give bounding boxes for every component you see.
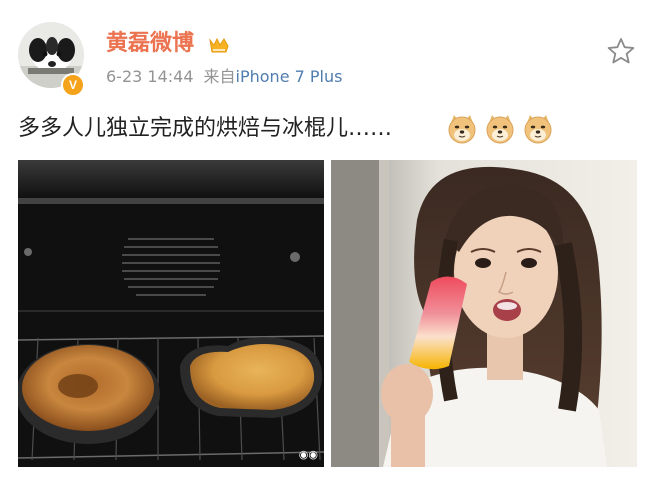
source-prefix: 来自 bbox=[203, 67, 236, 86]
vip-crown-icon[interactable] bbox=[208, 36, 230, 54]
oven-photo[interactable]: ◉◉ bbox=[18, 160, 324, 467]
verified-badge-icon: V bbox=[61, 73, 85, 97]
post-meta: 6-23 14:44 来自iPhone 7 Plus bbox=[106, 66, 342, 88]
oven-image bbox=[18, 160, 324, 467]
emoji-row bbox=[446, 113, 554, 145]
favorite-star-icon[interactable] bbox=[606, 36, 636, 66]
weibo-watermark: ◉◉ bbox=[298, 448, 318, 461]
post-date: 6-23 14:44 bbox=[106, 67, 194, 86]
girl-popsicle-image bbox=[331, 160, 637, 467]
girl-popsicle-photo[interactable] bbox=[331, 160, 637, 467]
doge-icon bbox=[524, 115, 552, 144]
doge-icon bbox=[448, 115, 476, 144]
post-text: 多多人儿独立完成的烘焙与冰棍儿…… bbox=[18, 116, 393, 141]
username[interactable]: 黄磊微博 bbox=[106, 31, 194, 57]
doge-icon bbox=[486, 115, 514, 144]
post-source-link[interactable]: iPhone 7 Plus bbox=[236, 67, 343, 86]
